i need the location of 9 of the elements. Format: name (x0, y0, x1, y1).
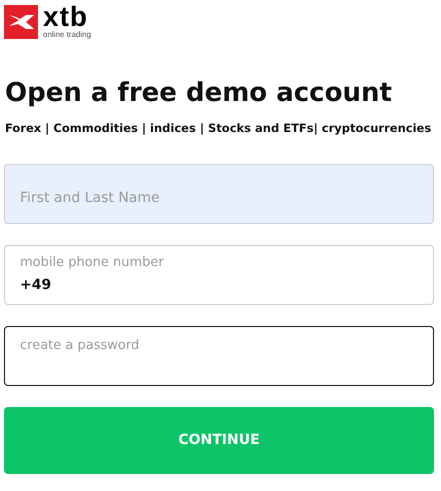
name-field[interactable]: First and Last Name (4, 164, 434, 224)
subtitle: Forex | Commodities | indices | Stocks and ETFs| cryptocurrencies (5, 120, 432, 136)
page-title: Open a free demo account (5, 77, 393, 110)
input-field[interactable]: create a password (4, 326, 434, 386)
logo-wordmark: xtb (43, 5, 88, 29)
input-field[interactable]: mobile phone number +49 (4, 245, 434, 305)
continue-button[interactable]: CONTINUE (4, 407, 434, 474)
logo-icon (4, 5, 38, 39)
logo-tagline: online trading (43, 29, 92, 41)
